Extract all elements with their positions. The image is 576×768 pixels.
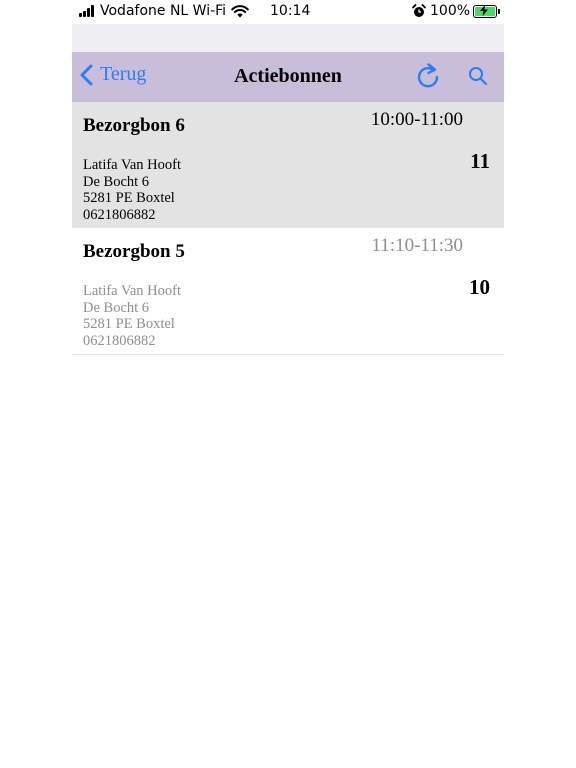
top-spacer bbox=[72, 24, 504, 52]
search-icon bbox=[469, 67, 488, 86]
order-address: Latifa Van Hooft De Bocht 6 5281 PE Boxt… bbox=[83, 283, 181, 349]
status-right: 100% bbox=[412, 3, 501, 19]
wifi-icon bbox=[231, 4, 249, 17]
order-number: 10 bbox=[469, 275, 490, 299]
order-title: Bezorgbon 5 bbox=[83, 241, 185, 262]
order-row[interactable]: Bezorgbon 5 11:10-11:30 10 Latifa Van Ho… bbox=[72, 228, 504, 355]
customer-name: Latifa Van Hooft bbox=[83, 157, 181, 173]
alarm-icon bbox=[412, 4, 426, 17]
signal-icon bbox=[79, 5, 95, 17]
battery-icon bbox=[473, 4, 501, 18]
app-screen: Terug Actiebonnen Bezorgbon 6 10:00-11:0… bbox=[72, 24, 504, 768]
order-address: Latifa Van Hooft De Bocht 6 5281 PE Boxt… bbox=[83, 157, 181, 223]
phone-number: 0621806882 bbox=[83, 206, 156, 223]
order-time-slot: 10:00-11:00 bbox=[370, 109, 463, 130]
carrier-label: Vodafone NL Wi-Fi bbox=[100, 3, 227, 19]
phone-number: 0621806882 bbox=[83, 332, 156, 349]
postal-city: 5281 PE Boxtel bbox=[83, 316, 175, 333]
street-address: De Bocht 6 bbox=[83, 173, 150, 190]
search-button[interactable] bbox=[468, 66, 488, 91]
customer-name: Latifa Van Hooft bbox=[83, 283, 181, 299]
navigation-bar: Terug Actiebonnen bbox=[72, 52, 504, 102]
status-time: 10:14 bbox=[270, 3, 311, 19]
order-title: Bezorgbon 6 bbox=[83, 115, 185, 136]
status-bar: Vodafone NL Wi-Fi 10:14 100% bbox=[0, 0, 576, 24]
status-left: Vodafone NL Wi-Fi bbox=[79, 3, 249, 19]
postal-city: 5281 PE Boxtel bbox=[83, 190, 175, 207]
battery-percent: 100% bbox=[430, 3, 471, 19]
order-time-slot: 11:10-11:30 bbox=[371, 235, 463, 256]
refresh-button[interactable] bbox=[415, 62, 441, 95]
order-number: 11 bbox=[470, 149, 490, 173]
order-row-selected[interactable]: Bezorgbon 6 10:00-11:00 11 Latifa Van Ho… bbox=[72, 102, 504, 228]
refresh-icon bbox=[417, 63, 439, 88]
street-address: De Bocht 6 bbox=[83, 299, 150, 316]
